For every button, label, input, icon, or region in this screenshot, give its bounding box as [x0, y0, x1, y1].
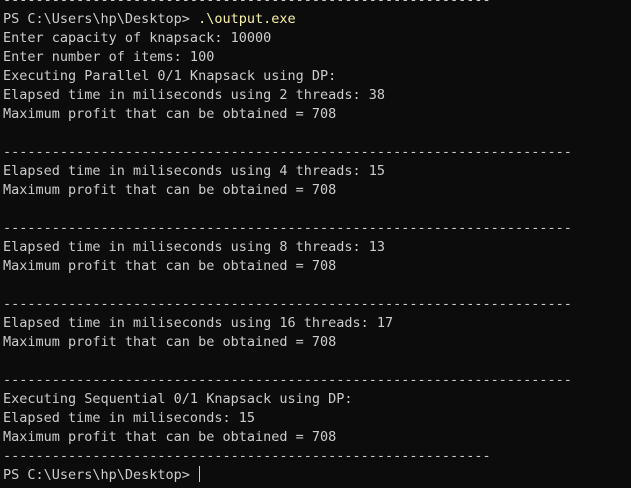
- prompt-line: PS C:\Users\hp\Desktop> .\output.exe: [3, 10, 631, 29]
- terminal-window[interactable]: ----------------------------------------…: [0, 0, 631, 488]
- items-line: Enter number of items: 100: [3, 49, 215, 65]
- profit-line: Maximum profit that can be obtained = 70…: [3, 182, 337, 198]
- final-prompt-line[interactable]: PS C:\Users\hp\Desktop>: [3, 466, 631, 485]
- parallel-header: Executing Parallel 0/1 Knapsack using DP…: [3, 68, 337, 84]
- prompt-text: PS C:\Users\hp\Desktop>: [3, 11, 199, 27]
- elapsed-time-line: Elapsed time in miliseconds using 4 thre…: [3, 163, 386, 179]
- elapsed-time-line: Elapsed time in miliseconds using 16 thr…: [3, 315, 394, 331]
- elapsed-time-line: Elapsed time in miliseconds using 8 thre…: [3, 239, 386, 255]
- sequential-header: Executing Sequential 0/1 Knapsack using …: [3, 391, 353, 407]
- profit-line: Maximum profit that can be obtained = 70…: [3, 106, 337, 122]
- profit-line: Maximum profit that can be obtained = 70…: [3, 258, 337, 274]
- prompt-text: PS C:\Users\hp\Desktop>: [3, 467, 199, 483]
- separator-line: ----------------------------------------…: [3, 372, 572, 388]
- command-text: .\output.exe: [198, 11, 296, 27]
- separator-line: ----------------------------------------…: [3, 296, 572, 312]
- separator-line: ----------------------------------------…: [3, 144, 572, 160]
- text-cursor: [199, 466, 201, 482]
- separator-line: ----------------------------------------…: [3, 0, 491, 8]
- sequential-time-line: Elapsed time in miliseconds: 15: [3, 410, 255, 426]
- separator-line: ----------------------------------------…: [3, 220, 572, 236]
- sequential-profit-line: Maximum profit that can be obtained = 70…: [3, 429, 337, 445]
- profit-line: Maximum profit that can be obtained = 70…: [3, 334, 337, 350]
- elapsed-time-line: Elapsed time in miliseconds using 2 thre…: [3, 87, 386, 103]
- capacity-line: Enter capacity of knapsack: 10000: [3, 30, 272, 46]
- separator-line: ----------------------------------------…: [3, 448, 491, 464]
